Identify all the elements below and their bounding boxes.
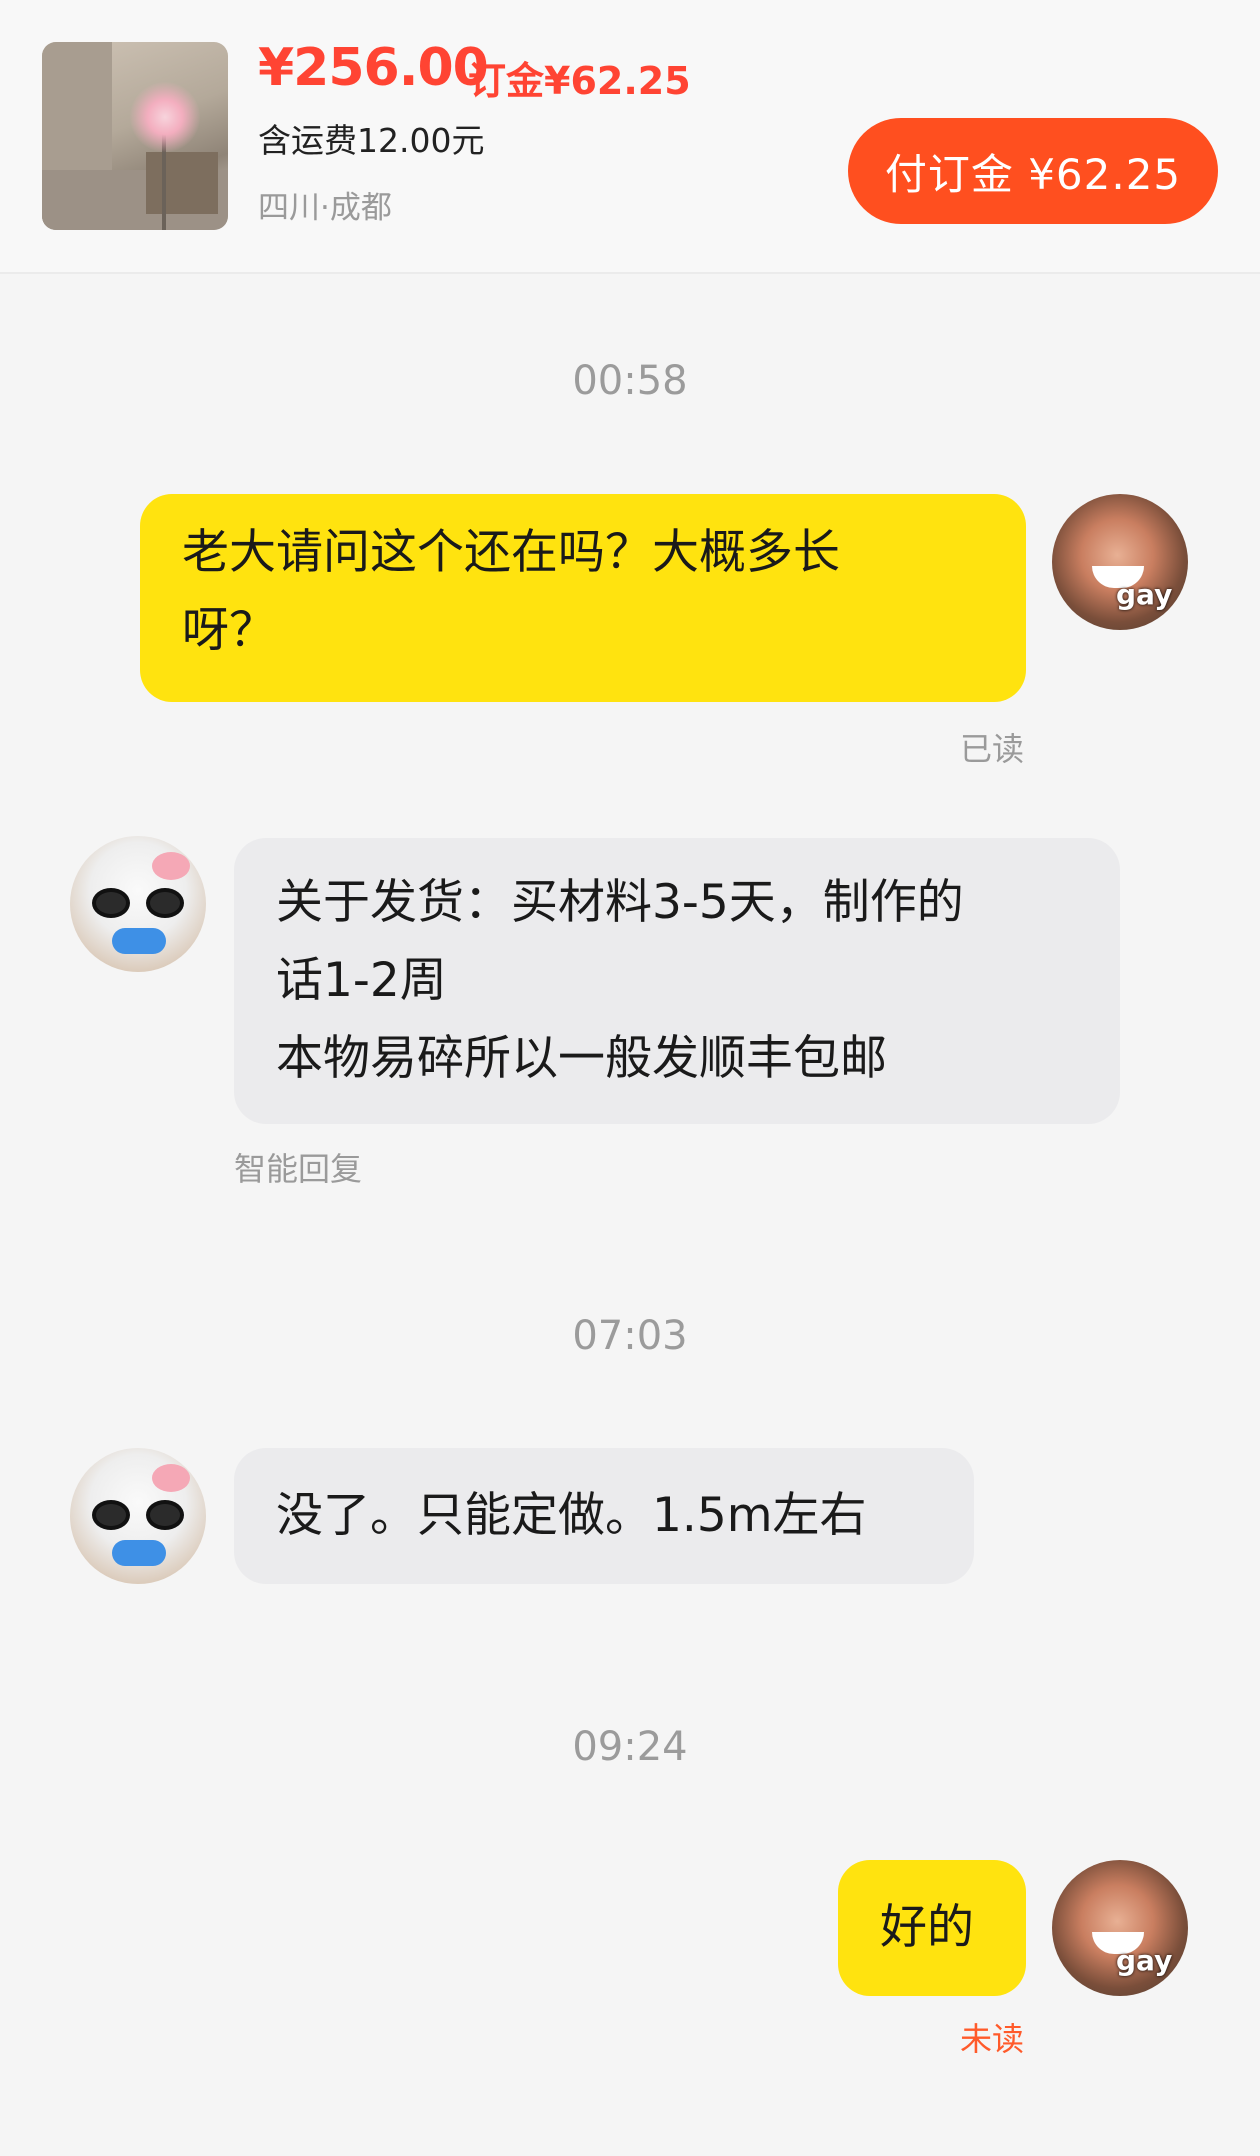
timestamp: 00:58 <box>572 358 688 404</box>
listing-header: ¥256.00 订金¥62.25 含运费12.00元 四川·成都 付订金 ¥62… <box>0 0 1260 274</box>
location: 四川·成都 <box>258 190 392 226</box>
timestamp: 07:03 <box>572 1313 688 1359</box>
deposit-label: 订金¥62.25 <box>468 59 691 103</box>
message-bubble-seller[interactable]: 关于发货：买材料3-5天，制作的 话1-2周 本物易碎所以一般发顺丰包邮 <box>234 838 1120 1124</box>
read-status: 已读 <box>960 730 1025 768</box>
timestamp: 09:24 <box>572 1724 688 1770</box>
product-thumbnail[interactable] <box>42 42 228 230</box>
my-avatar[interactable]: gay <box>1052 1860 1188 1996</box>
pay-deposit-button[interactable]: 付订金 ¥62.25 <box>848 118 1218 224</box>
seller-avatar[interactable] <box>70 1448 206 1584</box>
smart-reply-label: 智能回复 <box>234 1150 363 1188</box>
seller-avatar[interactable] <box>70 836 206 972</box>
message-bubble-mine[interactable]: 老大请问这个还在吗？大概多长 呀？ <box>140 494 1026 702</box>
avatar-overlay-text: gay <box>1116 578 1173 611</box>
my-avatar[interactable]: gay <box>1052 494 1188 630</box>
shipping-fee: 含运费12.00元 <box>258 121 485 160</box>
message-bubble-seller[interactable]: 没了。只能定做。1.5m左右 <box>234 1448 974 1584</box>
avatar-overlay-text: gay <box>1116 1944 1173 1977</box>
price: ¥256.00 <box>258 38 489 98</box>
message-bubble-mine[interactable]: 好的 <box>838 1860 1026 1996</box>
unread-status: 未读 <box>960 2020 1025 2058</box>
